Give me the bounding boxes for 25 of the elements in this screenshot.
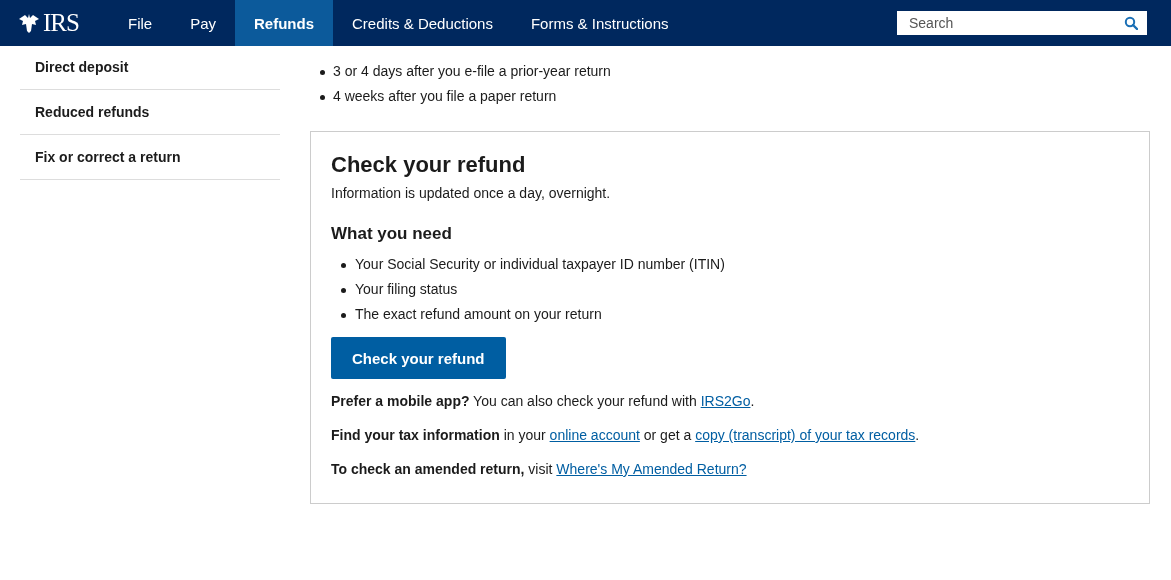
search-field[interactable]: Search (897, 11, 1147, 35)
card-text: Information is updated once a day, overnight. (331, 185, 612, 201)
note-text: To check an amended return, visit Where's My Amended Return? (331, 460, 748, 479)
nav-tab[interactable]: Refunds (235, 0, 334, 46)
link[interactable]: online account (549, 427, 640, 443)
list-item: The exact refund amount on your return (331, 302, 1129, 327)
nav-tab[interactable]: File (109, 0, 172, 46)
eagle-icon (17, 13, 41, 33)
list-item: Your filing status (331, 277, 1129, 302)
nav-tab[interactable]: Forms & Instructions (511, 0, 688, 46)
sidebar-item[interactable]: Fix or correct a return (20, 135, 280, 180)
nav-tab[interactable]: Pay (171, 0, 236, 46)
nav-tab[interactable]: Credits & Deductions (333, 0, 512, 46)
list-item: 3 or 4 days after you e-file a prior-year return (310, 59, 1150, 84)
list-item: 4 weeks after you file a paper return (310, 84, 1150, 109)
check-refund-button[interactable]: Check your refund (331, 337, 506, 379)
logo[interactable]: IRS (17, 0, 101, 46)
list-item: Your Social Security or individual taxpayer ID number (ITIN) (331, 252, 1129, 277)
note-text: Prefer a mobile app? You can also check your refund with IRS2Go. (331, 392, 756, 411)
sidebar-item[interactable]: Direct deposit (20, 45, 280, 90)
section-heading: What you need (331, 224, 453, 244)
card-title: Check your refund (331, 151, 527, 179)
sidebar-item[interactable]: Reduced refunds (20, 90, 280, 135)
link[interactable]: Where's My Amended Return? (556, 461, 747, 477)
note-text: Find your tax information in your online account or get a copy (transcript) of your tax records. (331, 426, 921, 445)
